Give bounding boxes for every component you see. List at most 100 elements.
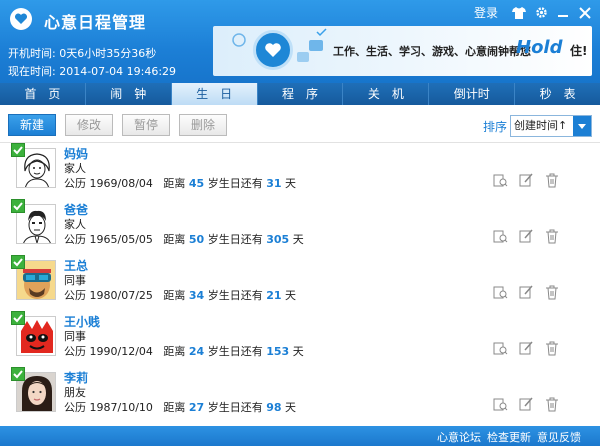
list-item[interactable]: 爸爸 家人 公历 1965/05/05 距离 50 岁生日还有 305 天 — [0, 199, 600, 255]
uptime-text: 开机时间: 0天6小时35分36秒 — [8, 47, 157, 60]
enabled-checkbox[interactable] — [11, 143, 25, 157]
calendar-type: 公历 — [64, 177, 86, 190]
birthday-detail: 公历 1987/10/10 距离 27 岁生日还有 98 天 — [64, 399, 296, 415]
main-tabs: 首 页 闹 钟 生 日 程 序 关 机 倒计时 秒 表 — [0, 83, 600, 105]
upcoming-age: 34 — [188, 289, 205, 302]
years-birthday-label: 岁生日还有 — [207, 345, 263, 358]
tab-birthday[interactable]: 生 日 — [171, 83, 258, 105]
list-item[interactable]: 王总 同事 公历 1980/07/25 距离 34 岁生日还有 21 天 — [0, 255, 600, 311]
toolbar: 新建 修改 暂停 删除 排序 创建时间↑ — [0, 105, 600, 143]
enabled-checkbox[interactable] — [11, 367, 25, 381]
distance-label: 距离 — [163, 233, 186, 246]
minimize-icon[interactable] — [554, 5, 572, 21]
banner-slogan: 工作、生活、学习、游戏、心意闹钟帮您 — [333, 45, 531, 58]
edit-icon[interactable] — [518, 172, 534, 188]
chevron-down-icon[interactable] — [573, 116, 591, 136]
current-time-text: 现在时间: 2014-07-04 19:46:29 — [8, 65, 177, 78]
birthday-detail: 公历 1965/05/05 距离 50 岁生日还有 305 天 — [64, 231, 304, 247]
new-button[interactable]: 新建 — [8, 114, 56, 136]
sort-select[interactable]: 创建时间↑ — [510, 115, 592, 137]
tab-program[interactable]: 程 序 — [258, 83, 344, 105]
edit-icon[interactable] — [518, 228, 534, 244]
pause-button[interactable]: 暂停 — [122, 114, 170, 136]
view-detail-icon[interactable] — [492, 340, 508, 356]
birthday-list: 妈妈 家人 公历 1969/08/04 距离 45 岁生日还有 31 天 爸爸 … — [0, 143, 600, 426]
promo-banner[interactable]: 工作、生活、学习、游戏、心意闹钟帮您 Hold 住! — [213, 26, 592, 76]
distance-label: 距离 — [163, 177, 186, 190]
tab-countdown[interactable]: 倒计时 — [429, 83, 516, 105]
row-actions — [492, 284, 560, 300]
row-actions — [492, 228, 560, 244]
view-detail-icon[interactable] — [492, 396, 508, 412]
enabled-checkbox[interactable] — [11, 311, 25, 325]
birth-date: 1990/12/04 — [89, 345, 153, 358]
tab-home[interactable]: 首 页 — [0, 83, 86, 105]
distance-label: 距离 — [163, 401, 186, 414]
upcoming-age: 24 — [188, 345, 205, 358]
list-item[interactable]: 王小贱 同事 公历 1990/12/04 距离 24 岁生日还有 153 天 — [0, 311, 600, 367]
trash-icon[interactable] — [544, 284, 560, 300]
view-detail-icon[interactable] — [492, 172, 508, 188]
skin-shirt-icon[interactable] — [510, 5, 528, 21]
list-item[interactable]: 妈妈 家人 公历 1969/08/04 距离 45 岁生日还有 31 天 — [0, 143, 600, 199]
calendar-type: 公历 — [64, 401, 86, 414]
days-unit: 天 — [285, 177, 297, 190]
banner-suffix: 住! — [570, 44, 588, 58]
contact-relation: 家人 — [64, 218, 86, 231]
settings-gear-icon[interactable] — [532, 5, 550, 21]
trash-icon[interactable] — [544, 396, 560, 412]
years-birthday-label: 岁生日还有 — [207, 401, 263, 414]
trash-icon[interactable] — [544, 228, 560, 244]
footer-bar: 心意论坛 检查更新 意见反馈 — [0, 426, 600, 446]
birth-date: 1969/08/04 — [89, 177, 153, 190]
birthday-detail: 公历 1969/08/04 距离 45 岁生日还有 31 天 — [64, 175, 296, 191]
edit-icon[interactable] — [518, 340, 534, 356]
days-left: 305 — [266, 233, 290, 246]
app-logo-icon — [10, 8, 32, 30]
calendar-type: 公历 — [64, 289, 86, 302]
calendar-type: 公历 — [64, 345, 86, 358]
years-birthday-label: 岁生日还有 — [207, 289, 263, 302]
upcoming-age: 50 — [188, 233, 205, 246]
distance-label: 距离 — [163, 289, 186, 302]
years-birthday-label: 岁生日还有 — [207, 177, 263, 190]
contact-relation: 同事 — [64, 330, 86, 343]
row-actions — [492, 340, 560, 356]
edit-icon[interactable] — [518, 284, 534, 300]
delete-button[interactable]: 删除 — [179, 114, 227, 136]
close-icon[interactable] — [576, 5, 594, 21]
contact-relation: 朋友 — [64, 386, 86, 399]
enabled-checkbox[interactable] — [11, 255, 25, 269]
check-update-link[interactable]: 检查更新 — [487, 429, 531, 445]
contact-relation: 家人 — [64, 162, 86, 175]
list-item[interactable]: 李莉 朋友 公历 1987/10/10 距离 27 岁生日还有 98 天 — [0, 367, 600, 423]
contact-relation: 同事 — [64, 274, 86, 287]
feedback-link[interactable]: 意见反馈 — [537, 429, 581, 445]
sort-select-value: 创建时间↑ — [514, 119, 568, 132]
calendar-type: 公历 — [64, 233, 86, 246]
edit-icon[interactable] — [518, 396, 534, 412]
view-detail-icon[interactable] — [492, 228, 508, 244]
edit-button[interactable]: 修改 — [65, 114, 113, 136]
login-link[interactable]: 登录 — [474, 4, 498, 21]
row-actions — [492, 172, 560, 188]
days-left: 98 — [266, 401, 282, 414]
birthday-detail: 公历 1990/12/04 距离 24 岁生日还有 153 天 — [64, 343, 304, 359]
sort-label: 排序 — [483, 120, 508, 134]
enabled-checkbox[interactable] — [11, 199, 25, 213]
birth-date: 1987/10/10 — [89, 401, 153, 414]
trash-icon[interactable] — [544, 172, 560, 188]
tab-alarm[interactable]: 闹 钟 — [86, 83, 172, 105]
days-unit: 天 — [292, 345, 304, 358]
forum-link[interactable]: 心意论坛 — [437, 429, 481, 445]
years-birthday-label: 岁生日还有 — [207, 233, 263, 246]
view-detail-icon[interactable] — [492, 284, 508, 300]
trash-icon[interactable] — [544, 340, 560, 356]
tab-stopwatch[interactable]: 秒 表 — [515, 83, 600, 105]
days-left: 31 — [266, 177, 282, 190]
distance-label: 距离 — [163, 345, 186, 358]
banner-heart-icon — [253, 30, 293, 70]
tab-shutdown[interactable]: 关 机 — [343, 83, 430, 105]
birth-date: 1980/07/25 — [89, 289, 153, 302]
days-unit: 天 — [292, 233, 304, 246]
